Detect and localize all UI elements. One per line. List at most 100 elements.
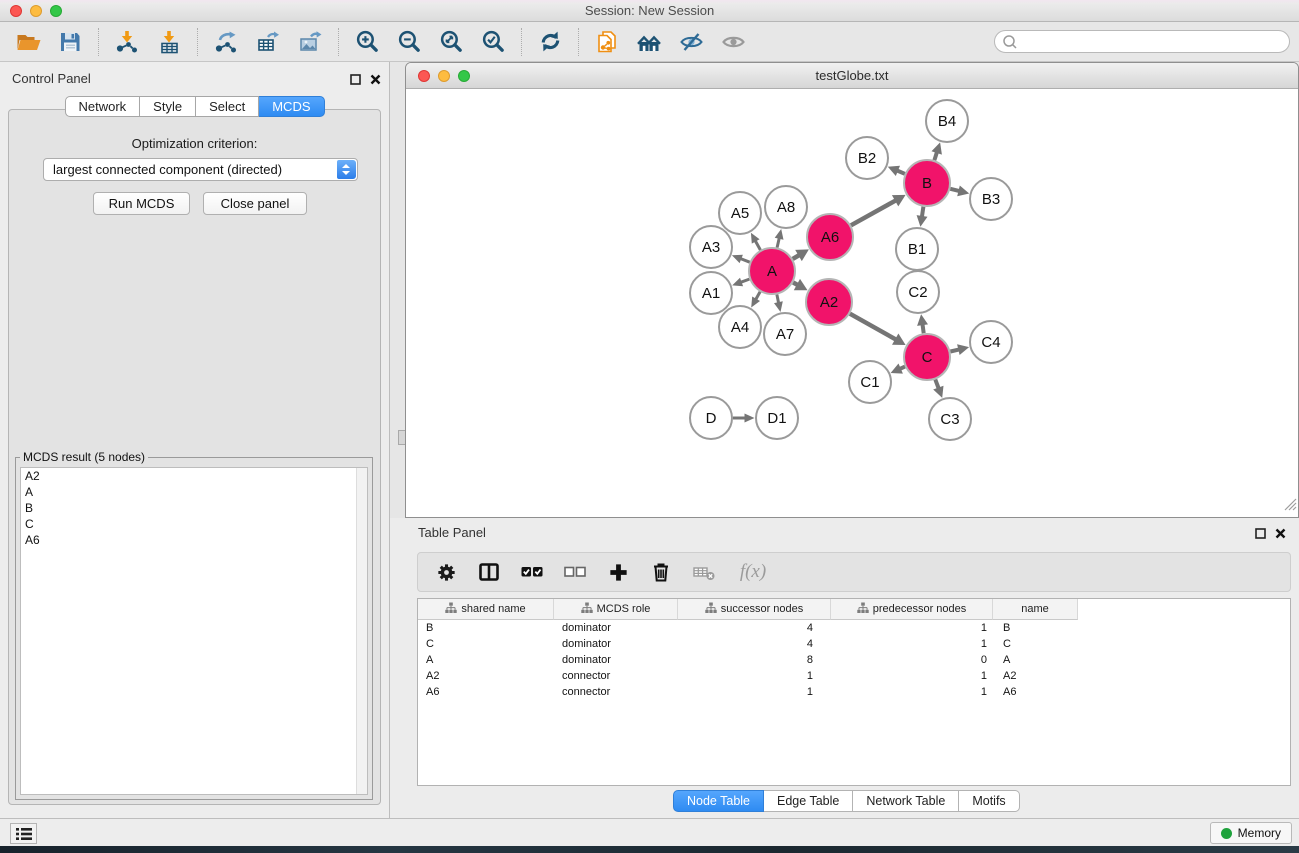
import-table-icon[interactable] <box>154 27 184 57</box>
node-A5[interactable]: A5 <box>719 192 761 234</box>
edge-A-A6[interactable] <box>793 255 800 259</box>
edge-B-B2[interactable] <box>897 171 905 174</box>
close-panel-icon[interactable] <box>370 72 381 90</box>
node-C2[interactable]: C2 <box>897 271 939 313</box>
column-header-predecessor-nodes[interactable]: predecessor nodes <box>831 599 993 620</box>
node-A8[interactable]: A8 <box>765 186 807 228</box>
resize-grip-icon[interactable] <box>1282 496 1297 516</box>
export-table-icon[interactable] <box>253 27 283 57</box>
tab-motifs[interactable]: Motifs <box>959 790 1019 812</box>
node-A6[interactable]: A6 <box>807 214 853 260</box>
tab-edge-table[interactable]: Edge Table <box>764 790 853 812</box>
edge-A6-B[interactable] <box>851 200 896 225</box>
svg-text:A3: A3 <box>702 239 720 256</box>
node-D1[interactable]: D1 <box>756 397 798 439</box>
node-C4[interactable]: C4 <box>970 321 1012 363</box>
edge-A-A4[interactable] <box>756 292 761 300</box>
node-B2[interactable]: B2 <box>846 137 888 179</box>
edge-C-C2[interactable] <box>923 324 924 333</box>
float-panel-icon[interactable] <box>350 72 361 90</box>
result-list-item[interactable]: B <box>21 500 367 516</box>
node-A7[interactable]: A7 <box>764 313 806 355</box>
export-image-icon[interactable] <box>295 27 325 57</box>
result-list-item[interactable]: A2 <box>21 468 367 484</box>
node-B4[interactable]: B4 <box>926 100 968 142</box>
tab-style[interactable]: Style <box>140 96 196 117</box>
result-list-item[interactable]: A6 <box>21 532 367 548</box>
export-network-icon[interactable] <box>211 27 241 57</box>
result-list-scrollbar[interactable] <box>356 468 367 794</box>
search-input[interactable] <box>1021 32 1281 51</box>
close-panel-button[interactable]: Close panel <box>203 192 307 215</box>
table-row[interactable]: A2connector11A2 <box>418 668 1290 684</box>
edge-A2-C[interactable] <box>850 314 896 340</box>
zoom-selected-icon[interactable] <box>478 27 508 57</box>
node-A4[interactable]: A4 <box>719 306 761 348</box>
home-gallery-icon[interactable] <box>634 27 664 57</box>
result-list-item[interactable]: A <box>21 484 367 500</box>
svg-text:A8: A8 <box>777 199 795 216</box>
node-C[interactable]: C <box>904 334 950 380</box>
node-C3[interactable]: C3 <box>929 398 971 440</box>
column-header-shared-name[interactable]: shared name <box>418 599 554 620</box>
run-mcds-button[interactable]: Run MCDS <box>93 192 190 215</box>
network-document-icon[interactable] <box>592 27 622 57</box>
hide-graphics-details-icon[interactable] <box>676 27 706 57</box>
zoom-fit-icon[interactable] <box>436 27 466 57</box>
node-B3[interactable]: B3 <box>970 178 1012 220</box>
delete-row-icon[interactable] <box>648 559 674 585</box>
edge-C-C4[interactable] <box>950 349 959 351</box>
node-B[interactable]: B <box>904 160 950 206</box>
edge-A-A1[interactable] <box>741 279 750 282</box>
float-table-panel-icon[interactable] <box>1255 526 1266 544</box>
open-session-icon[interactable] <box>13 27 43 57</box>
node-C1[interactable]: C1 <box>849 361 891 403</box>
svg-text:A7: A7 <box>776 326 794 343</box>
network-canvas[interactable]: A A1 A2 A3 A4 A5 A6 A7 A8 B B1 B2 B3 B4 C C1 C2 C3 C4 D D1 <box>406 90 1298 517</box>
node-A[interactable]: A <box>749 248 795 294</box>
node-D[interactable]: D <box>690 397 732 439</box>
node-B1[interactable]: B1 <box>896 228 938 270</box>
deselect-all-icon[interactable] <box>562 559 588 585</box>
settings-icon[interactable] <box>433 559 459 585</box>
tab-node-table[interactable]: Node Table <box>673 790 764 812</box>
table-row[interactable]: Cdominator41C <box>418 636 1290 652</box>
column-header-MCDS-role[interactable]: MCDS role <box>554 599 678 620</box>
node-A3[interactable]: A3 <box>690 226 732 268</box>
column-header-name[interactable]: name <box>993 599 1078 620</box>
table-row[interactable]: Bdominator41B <box>418 620 1290 636</box>
task-history-button[interactable] <box>10 823 37 844</box>
tab-network[interactable]: Network <box>64 96 140 117</box>
edge-B-B4[interactable] <box>934 152 937 160</box>
edge-C-C3[interactable] <box>935 380 938 389</box>
criterion-select[interactable]: largest connected component (directed) <box>43 158 358 181</box>
edge-B-B3[interactable] <box>950 189 959 191</box>
add-row-icon[interactable] <box>605 559 631 585</box>
zoom-out-icon[interactable] <box>394 27 424 57</box>
edge-A-A3[interactable] <box>740 259 749 263</box>
node-A1[interactable]: A1 <box>690 272 732 314</box>
split-panel-icon[interactable] <box>476 559 502 585</box>
result-list-item[interactable]: C <box>21 516 367 532</box>
memory-button[interactable]: Memory <box>1210 822 1292 844</box>
table-row[interactable]: A6connector11A6 <box>418 684 1290 700</box>
close-table-panel-icon[interactable] <box>1275 526 1286 544</box>
tab-network-table[interactable]: Network Table <box>853 790 959 812</box>
refresh-icon[interactable] <box>535 27 565 57</box>
save-session-icon[interactable] <box>55 27 85 57</box>
import-network-icon[interactable] <box>112 27 142 57</box>
zoom-in-icon[interactable] <box>352 27 382 57</box>
edge-A-A5[interactable] <box>755 241 760 250</box>
select-all-icon[interactable] <box>519 559 545 585</box>
table-row[interactable]: Adominator80A <box>418 652 1290 668</box>
column-header-successor-nodes[interactable]: successor nodes <box>678 599 831 620</box>
show-graphics-details-icon[interactable] <box>718 27 748 57</box>
edge-A-A8[interactable] <box>777 238 779 248</box>
control-panel: Control Panel NetworkStyleSelectMCDS Opt… <box>0 62 390 818</box>
edge-A-A7[interactable] <box>777 295 779 304</box>
tab-mcds[interactable]: MCDS <box>259 96 324 117</box>
svg-text:B4: B4 <box>938 113 956 130</box>
edge-B-B1[interactable] <box>922 207 924 217</box>
node-A2[interactable]: A2 <box>806 279 852 325</box>
tab-select[interactable]: Select <box>196 96 259 117</box>
